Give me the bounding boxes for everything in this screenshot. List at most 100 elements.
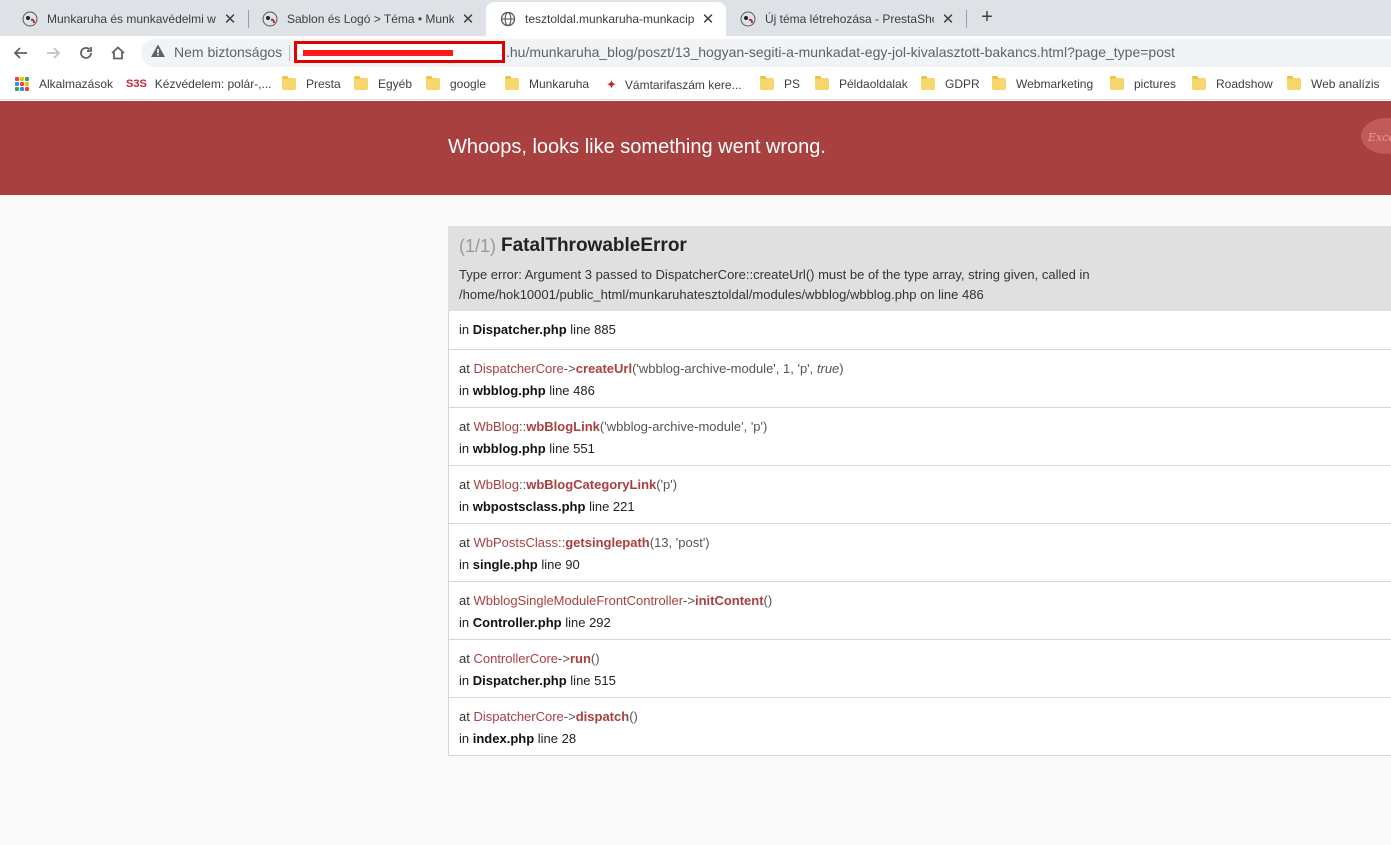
trace-class: ControllerCore: [473, 651, 559, 666]
trace-args: ('wbblog-archive-module', 'p'): [599, 419, 768, 434]
trace-frame: at WbBlog::wbBlogCategoryLink('p') in wb…: [448, 466, 1391, 524]
trace-line: line 551: [549, 441, 595, 456]
folder-icon: [815, 76, 829, 90]
trace-class: WbBlog: [473, 477, 519, 492]
trace-line: line 885: [570, 322, 616, 337]
exception-badge-text: Excep: [1368, 131, 1391, 144]
bookmark-label: Presta: [306, 77, 341, 91]
bookmark-egyeb[interactable]: Egyéb: [354, 76, 413, 91]
exception-message: Type error: Argument 3 passed to Dispatc…: [459, 267, 1090, 302]
bookmark-presta[interactable]: Presta: [282, 76, 341, 91]
trace-line: line 292: [565, 615, 611, 630]
globe-icon: [500, 11, 516, 27]
trace-origin: in Dispatcher.php line 885: [448, 311, 1391, 350]
trace-function: initContent: [694, 593, 764, 608]
trace-function: run: [569, 651, 591, 666]
stack-trace: in Dispatcher.php line 885 at Dispatcher…: [448, 311, 1391, 756]
reload-icon: [80, 47, 92, 59]
trace-file: single.php: [472, 557, 538, 572]
security-status-label[interactable]: Nem biztonságos: [174, 44, 282, 60]
folder-icon: [1192, 76, 1206, 90]
apps-grid-icon: [15, 77, 29, 91]
trace-in-label: in: [459, 499, 470, 514]
tab-tesztoldal[interactable]: tesztoldal.munkaruha-munkacipő ✕: [486, 2, 726, 36]
bookmark-label: Alkalmazások: [39, 77, 114, 91]
redacted-domain: [294, 41, 505, 63]
tab-divider: [966, 10, 967, 28]
trace-frame: at WbblogSingleModuleFrontController->in…: [448, 582, 1391, 640]
bookmark-kezvedelem[interactable]: S3S Kézvédelem: polár-,...: [126, 77, 272, 91]
new-tab-button[interactable]: +: [975, 6, 999, 30]
trace-args: (): [629, 709, 638, 724]
tab-sablon-logo[interactable]: Sablon és Logó > Téma • Munkar ✕: [248, 2, 486, 36]
omnibox-divider: [289, 45, 290, 61]
bookmark-webmarketing[interactable]: Webmarketing: [992, 76, 1094, 91]
back-button[interactable]: [8, 40, 34, 66]
bookmark-pictures[interactable]: pictures: [1110, 76, 1177, 91]
exception-count: (1/1): [459, 236, 497, 256]
home-button[interactable]: [105, 40, 131, 66]
trace-at-label: at: [459, 593, 470, 608]
trace-function: dispatch: [575, 709, 630, 724]
tab-title: Sablon és Logó > Téma • Munkar: [287, 12, 454, 26]
tab-uj-tema[interactable]: Új téma létrehozása - PrestaShop ✕: [726, 2, 966, 36]
bookmark-peldaoldalak[interactable]: Példaoldalak: [815, 76, 908, 91]
close-tab-icon[interactable]: ✕: [460, 10, 476, 28]
bookmark-label: PS: [784, 77, 801, 91]
trace-file: Dispatcher.php: [472, 673, 567, 688]
bookmark-ps[interactable]: PS: [760, 76, 801, 91]
tab-munkaruha[interactable]: Munkaruha és munkavédelmi we ✕: [8, 2, 248, 36]
trace-function: wbBlogCategoryLink: [526, 477, 657, 492]
trace-class: DispatcherCore: [473, 361, 564, 376]
trace-in-label: in: [459, 731, 470, 746]
exception-class: FatalThrowableError: [501, 235, 687, 256]
bookmark-label: Példaoldalak: [839, 77, 908, 91]
back-arrow-icon: [13, 47, 27, 59]
folder-icon: [760, 76, 774, 90]
bookmark-roadshow[interactable]: Roadshow: [1192, 76, 1273, 91]
warning-icon[interactable]: [150, 43, 166, 59]
bookmark-label: Kézvédelem: polár-,...: [154, 77, 272, 91]
url-text[interactable]: .hu/munkaruha_blog/poszt/13_hogyan-segit…: [506, 44, 1175, 60]
folder-icon: [992, 76, 1006, 90]
trace-frame: at WbPostsClass::getsinglepath(13, 'post…: [448, 524, 1391, 582]
trace-class: DispatcherCore: [473, 709, 564, 724]
trace-file: Controller.php: [472, 615, 562, 630]
trace-function: wbBlogLink: [526, 419, 600, 434]
prestashop-favicon-icon: [22, 11, 38, 27]
bookmark-vamtarifaszam[interactable]: ✦ Vámtarifaszám kere...: [606, 77, 742, 93]
trace-at-label: at: [459, 419, 470, 434]
close-tab-icon[interactable]: ✕: [940, 10, 956, 28]
reload-button[interactable]: [73, 40, 99, 66]
bookmarks-bar: Alkalmazások S3S Kézvédelem: polár-,... …: [0, 70, 1391, 100]
trace-args: (): [590, 651, 600, 666]
bookmark-web-analizis[interactable]: Web analízis: [1287, 76, 1379, 91]
folder-icon: [354, 76, 368, 90]
trace-at-label: at: [459, 651, 470, 666]
forward-button[interactable]: [40, 40, 66, 66]
close-tab-icon[interactable]: ✕: [700, 10, 716, 28]
trace-frame: at DispatcherCore->dispatch() in index.p…: [448, 698, 1391, 756]
trace-frame: at ControllerCore->run() in Dispatcher.p…: [448, 640, 1391, 698]
bookmark-label: google: [450, 77, 487, 91]
trace-sep: ->: [558, 651, 570, 666]
close-tab-icon[interactable]: ✕: [222, 10, 238, 28]
trace-sep: ->: [563, 361, 576, 376]
trace-at-label: at: [459, 361, 470, 376]
trace-at-label: at: [459, 535, 470, 550]
bookmark-label: Egyéb: [378, 77, 413, 91]
bookmark-google[interactable]: google: [426, 76, 487, 91]
bookmark-gdpr[interactable]: GDPR: [921, 76, 980, 91]
forward-arrow-icon: [47, 47, 61, 59]
trace-sep: ->: [563, 709, 576, 724]
trace-in-label: in: [459, 615, 470, 630]
trace-file: wbblog.php: [472, 383, 546, 398]
trace-line: line 90: [541, 557, 580, 572]
trace-class: WbBlog: [473, 419, 519, 434]
bookmark-label: Webmarketing: [1016, 77, 1094, 91]
bookmark-label: pictures: [1134, 77, 1177, 91]
bookmark-apps[interactable]: Alkalmazások: [15, 77, 113, 91]
trace-in-label: in: [459, 441, 470, 456]
trace-line: line 221: [589, 499, 635, 514]
bookmark-munkaruha[interactable]: Munkaruha: [505, 76, 589, 91]
